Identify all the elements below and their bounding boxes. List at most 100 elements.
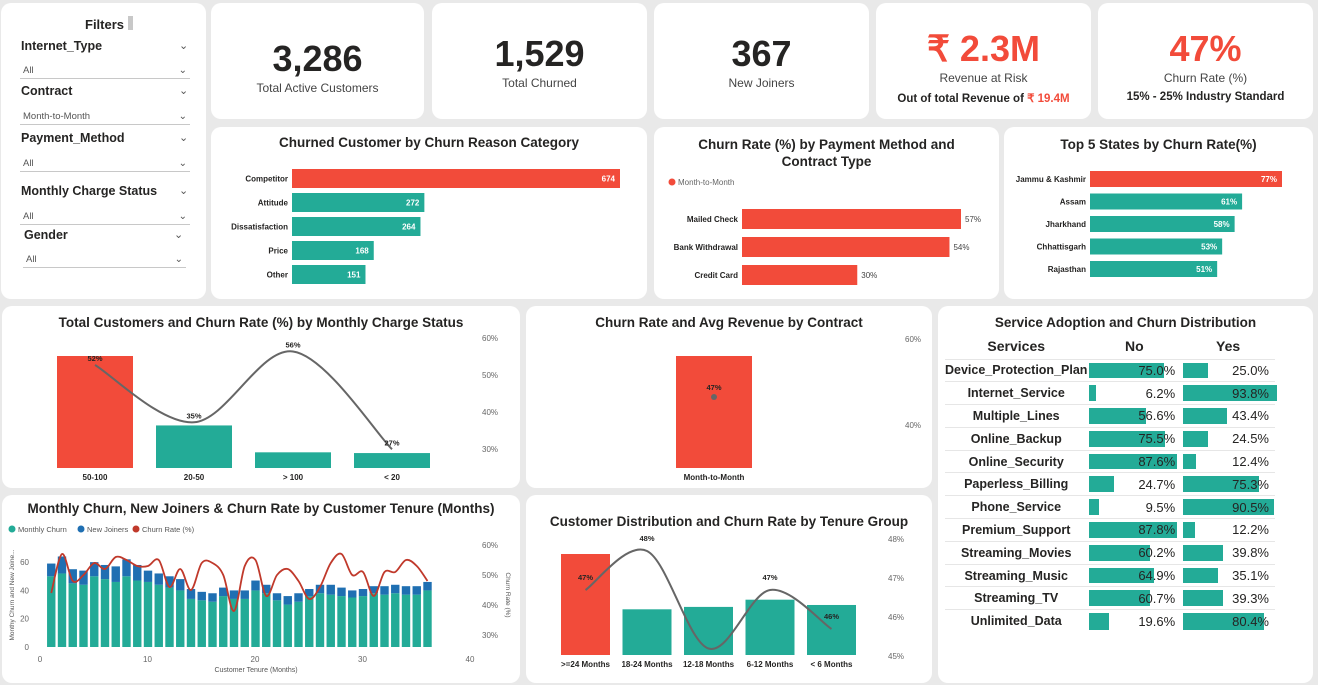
data-bar [1183,567,1219,584]
service-yes-cell: 75.3% [1181,472,1275,496]
table-title: Service Adoption and Churn Distribution [994,315,1257,330]
table-row[interactable]: Streaming_TV 60.7% 39.3% [945,586,1275,610]
filter-value-payment-method: All [23,158,34,169]
service-name-cell: Phone_Service [945,495,1088,519]
table-row[interactable]: Online_Backup 75.5% 24.5% [945,426,1275,451]
data-label: 674 [602,175,616,184]
chart-contract-revenue: Month-to-Month 47% 60% 40% [676,335,921,482]
legend-marker [668,178,676,186]
table-row[interactable]: Unlimited_Data 19.6% 80.4% [945,609,1275,633]
data-bar [1183,453,1196,470]
filter-dropdown-payment-method[interactable]: All ⌄ [20,155,190,172]
table-row[interactable]: Paperless_Billing 24.7% 75.3% [945,472,1275,496]
kpi-label: Churn Rate (%) [1163,71,1248,85]
bar-monthly-churn [294,601,303,647]
service-name-cell: Paperless_Billing [945,472,1088,496]
bar [676,356,752,468]
service-name-cell: Internet_Service [945,381,1088,405]
cell-value: 35.1% [1232,568,1269,584]
chart-card-top-states: Top 5 States by Churn Rate(%) Jammu & Ka… [1004,127,1313,299]
bar-monthly-churn [100,579,110,647]
table-row[interactable]: Streaming_Music 64.9% 35.1% [945,563,1275,587]
category-label: < 20 [384,473,400,482]
service-name-cell: Device_Protection_Plan [945,358,1088,382]
chart-card-tenure-group: Customer Distribution and Churn Rate by … [526,495,932,683]
chart-card-tenure-monthly: Monthly Churn, New Joiners & Churn Rate … [2,495,520,683]
data-bar [1183,362,1209,379]
filter-value-gender: All [26,254,37,265]
category-label: Competitor [245,175,288,184]
data-label: 151 [347,271,361,280]
chart-top-states: Jammu & Kashmir 77% Assam 61% Jharkhand 58% Ch… [1016,171,1282,277]
bar-monthly-churn [122,576,131,647]
table-row[interactable]: Premium_Support 87.8% 12.2% [945,518,1275,542]
chevron-down-icon: ⌄ [178,211,187,222]
table-row[interactable]: Online_Security 87.6% 12.4% [945,449,1275,473]
table-row[interactable]: Phone_Service 9.5% 90.5% [945,495,1275,519]
table-row[interactable]: Device_Protection_Plan 75.0% 25.0% [945,358,1275,382]
category-label: Jammu & Kashmir [1016,175,1086,184]
chart-monthly-charge-status: 50-100 20-50 > 100 < 20 52% 35% 56% 27% 60% 50% 40… [57,334,498,482]
category-label: Bank Withdrawal [674,243,738,252]
bar [745,599,795,655]
services-table-body: Device_Protection_Plan 75.0% 25.0% Internet… [945,358,1277,633]
table-row[interactable]: Internet_Service 6.2% 93.8% [945,381,1277,405]
bar-monthly-churn [283,604,292,647]
kpi-subtext-value: ₹ 19.4M [1027,93,1070,105]
bar [354,453,430,468]
data-label: 47% [762,573,777,582]
bar-new-joiners [240,590,249,599]
filter-dropdown-monthly-charge-status[interactable]: All ⌄ [20,208,190,225]
chevron-down-icon[interactable]: ⌄ [179,39,188,52]
data-label: 51% [1196,265,1212,274]
chevron-down-icon[interactable]: ⌄ [179,184,188,197]
cell-value: 60.7% [1138,590,1176,606]
service-name-cell: Streaming_Movies [945,540,1088,565]
data-bar [1089,499,1099,516]
bar [292,169,620,188]
service-no-cell: 60.2% [1087,540,1182,565]
service-no-cell: 87.8% [1087,518,1182,542]
bar-monthly-churn [358,596,368,647]
legend-label: New Joiners [87,525,129,534]
cell-value: 43.4% [1232,408,1269,424]
legend-marker [77,525,85,533]
bar [561,554,610,655]
bar-monthly-churn [251,590,260,647]
chevron-down-icon[interactable]: ⌄ [174,228,183,241]
cell-value: 25.0% [1232,362,1269,378]
service-yes-cell: 24.5% [1181,426,1275,451]
data-label: 77% [1261,175,1277,184]
y-tick-label: 0 [25,643,30,652]
y2-tick-label: 60% [482,334,498,343]
column-header-services[interactable]: Services [945,333,1087,359]
filter-dropdown-internet-type[interactable]: All ⌄ [20,62,190,79]
bar-monthly-churn [111,581,120,647]
y2-tick-label: 40% [482,408,498,417]
category-label: Mailed Check [687,215,739,224]
data-label: 61% [1221,198,1237,207]
table-row[interactable]: Streaming_Movies 60.2% 39.8% [945,540,1275,565]
column-header-no[interactable]: No [1087,333,1181,359]
x-tick-label: 10 [143,655,152,664]
filter-dropdown-contract[interactable]: Month-to-Month ⌄ [20,108,190,125]
data-bar [1089,613,1110,630]
y2-tick-label: 46% [888,613,904,622]
filter-dropdown-gender[interactable]: All ⌄ [23,251,186,268]
bar-monthly-churn [305,596,314,647]
table-row[interactable]: Multiple_Lines 56.6% 43.4% [945,404,1275,428]
data-bar [1183,522,1196,538]
bar-new-joiners [401,586,411,595]
chart-card-monthly-charge-status: Total Customers and Churn Rate (%) by Mo… [2,306,520,488]
category-label: 18-24 Months [621,660,673,669]
bar-new-joiners [283,596,292,605]
cell-value: 19.6% [1138,613,1176,629]
chevron-down-icon[interactable]: ⌄ [179,131,188,144]
data-bar [1089,385,1096,402]
chevron-down-icon[interactable]: ⌄ [179,84,188,97]
bar-new-joiners [391,584,400,594]
filters-title-marker [128,16,133,30]
column-header-yes[interactable]: Yes [1181,333,1275,359]
service-yes-cell: 43.4% [1181,404,1275,428]
kpi-value: ₹ 2.3M [927,28,1040,69]
